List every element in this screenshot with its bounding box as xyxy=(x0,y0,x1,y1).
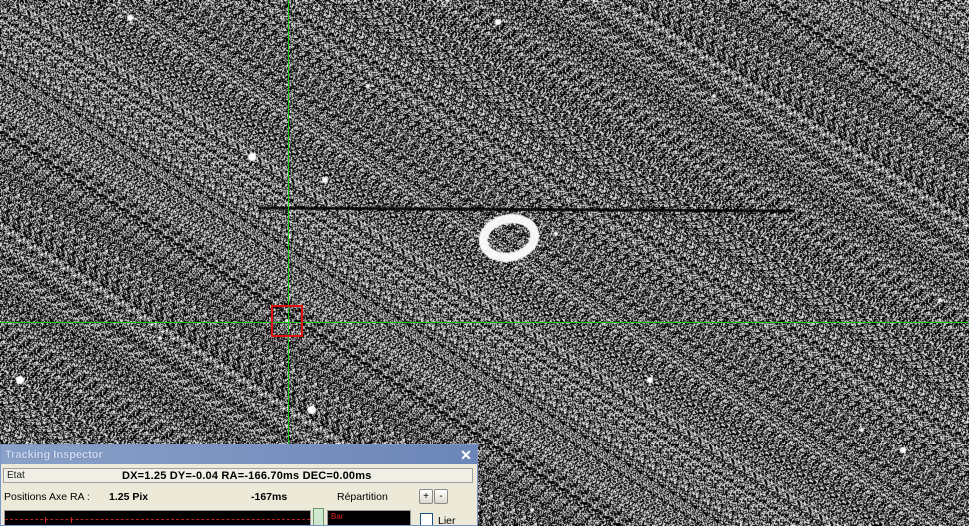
repartition-label: Répartition xyxy=(337,491,388,503)
link-checkbox-label: Lier xyxy=(438,515,456,526)
window-titlebar[interactable]: Tracking Inspector ✕ xyxy=(1,445,477,464)
status-box: Etat DX=1.25 DY=-0.04 RA=-166.70ms DEC=0… xyxy=(3,468,473,483)
positions-label: Positions Axe RA : xyxy=(4,491,90,503)
graph-axis xyxy=(5,519,310,520)
window-title: Tracking Inspector xyxy=(5,448,103,461)
status-readout: DX=1.25 DY=-0.04 RA=-166.70ms DEC=0.00ms xyxy=(122,470,372,482)
status-label: Etat xyxy=(7,470,25,481)
ra-position-graph xyxy=(4,510,311,525)
graph-tick xyxy=(45,517,46,523)
guide-star-box[interactable] xyxy=(271,305,303,337)
zoom-out-button[interactable]: - xyxy=(434,489,448,504)
positions-ms: -167ms xyxy=(251,491,288,503)
link-checkbox[interactable] xyxy=(420,513,433,525)
graph-tick xyxy=(71,517,72,523)
crosshair-horizontal-line xyxy=(0,322,969,323)
repartition-graph: Bar xyxy=(327,510,411,525)
zoom-in-button[interactable]: + xyxy=(419,489,433,504)
graph-slider[interactable] xyxy=(313,508,324,525)
close-icon[interactable]: ✕ xyxy=(459,448,473,462)
tracking-inspector-window: Tracking Inspector ✕ Etat DX=1.25 DY=-0.… xyxy=(0,444,478,526)
positions-row: Positions Axe RA : 1.25 Pix -167ms Répar… xyxy=(1,489,477,505)
status-row: Etat DX=1.25 DY=-0.04 RA=-166.70ms DEC=0… xyxy=(1,467,477,485)
positions-value: 1.25 Pix xyxy=(109,491,149,503)
repartition-graph-label: Bar xyxy=(331,512,344,521)
